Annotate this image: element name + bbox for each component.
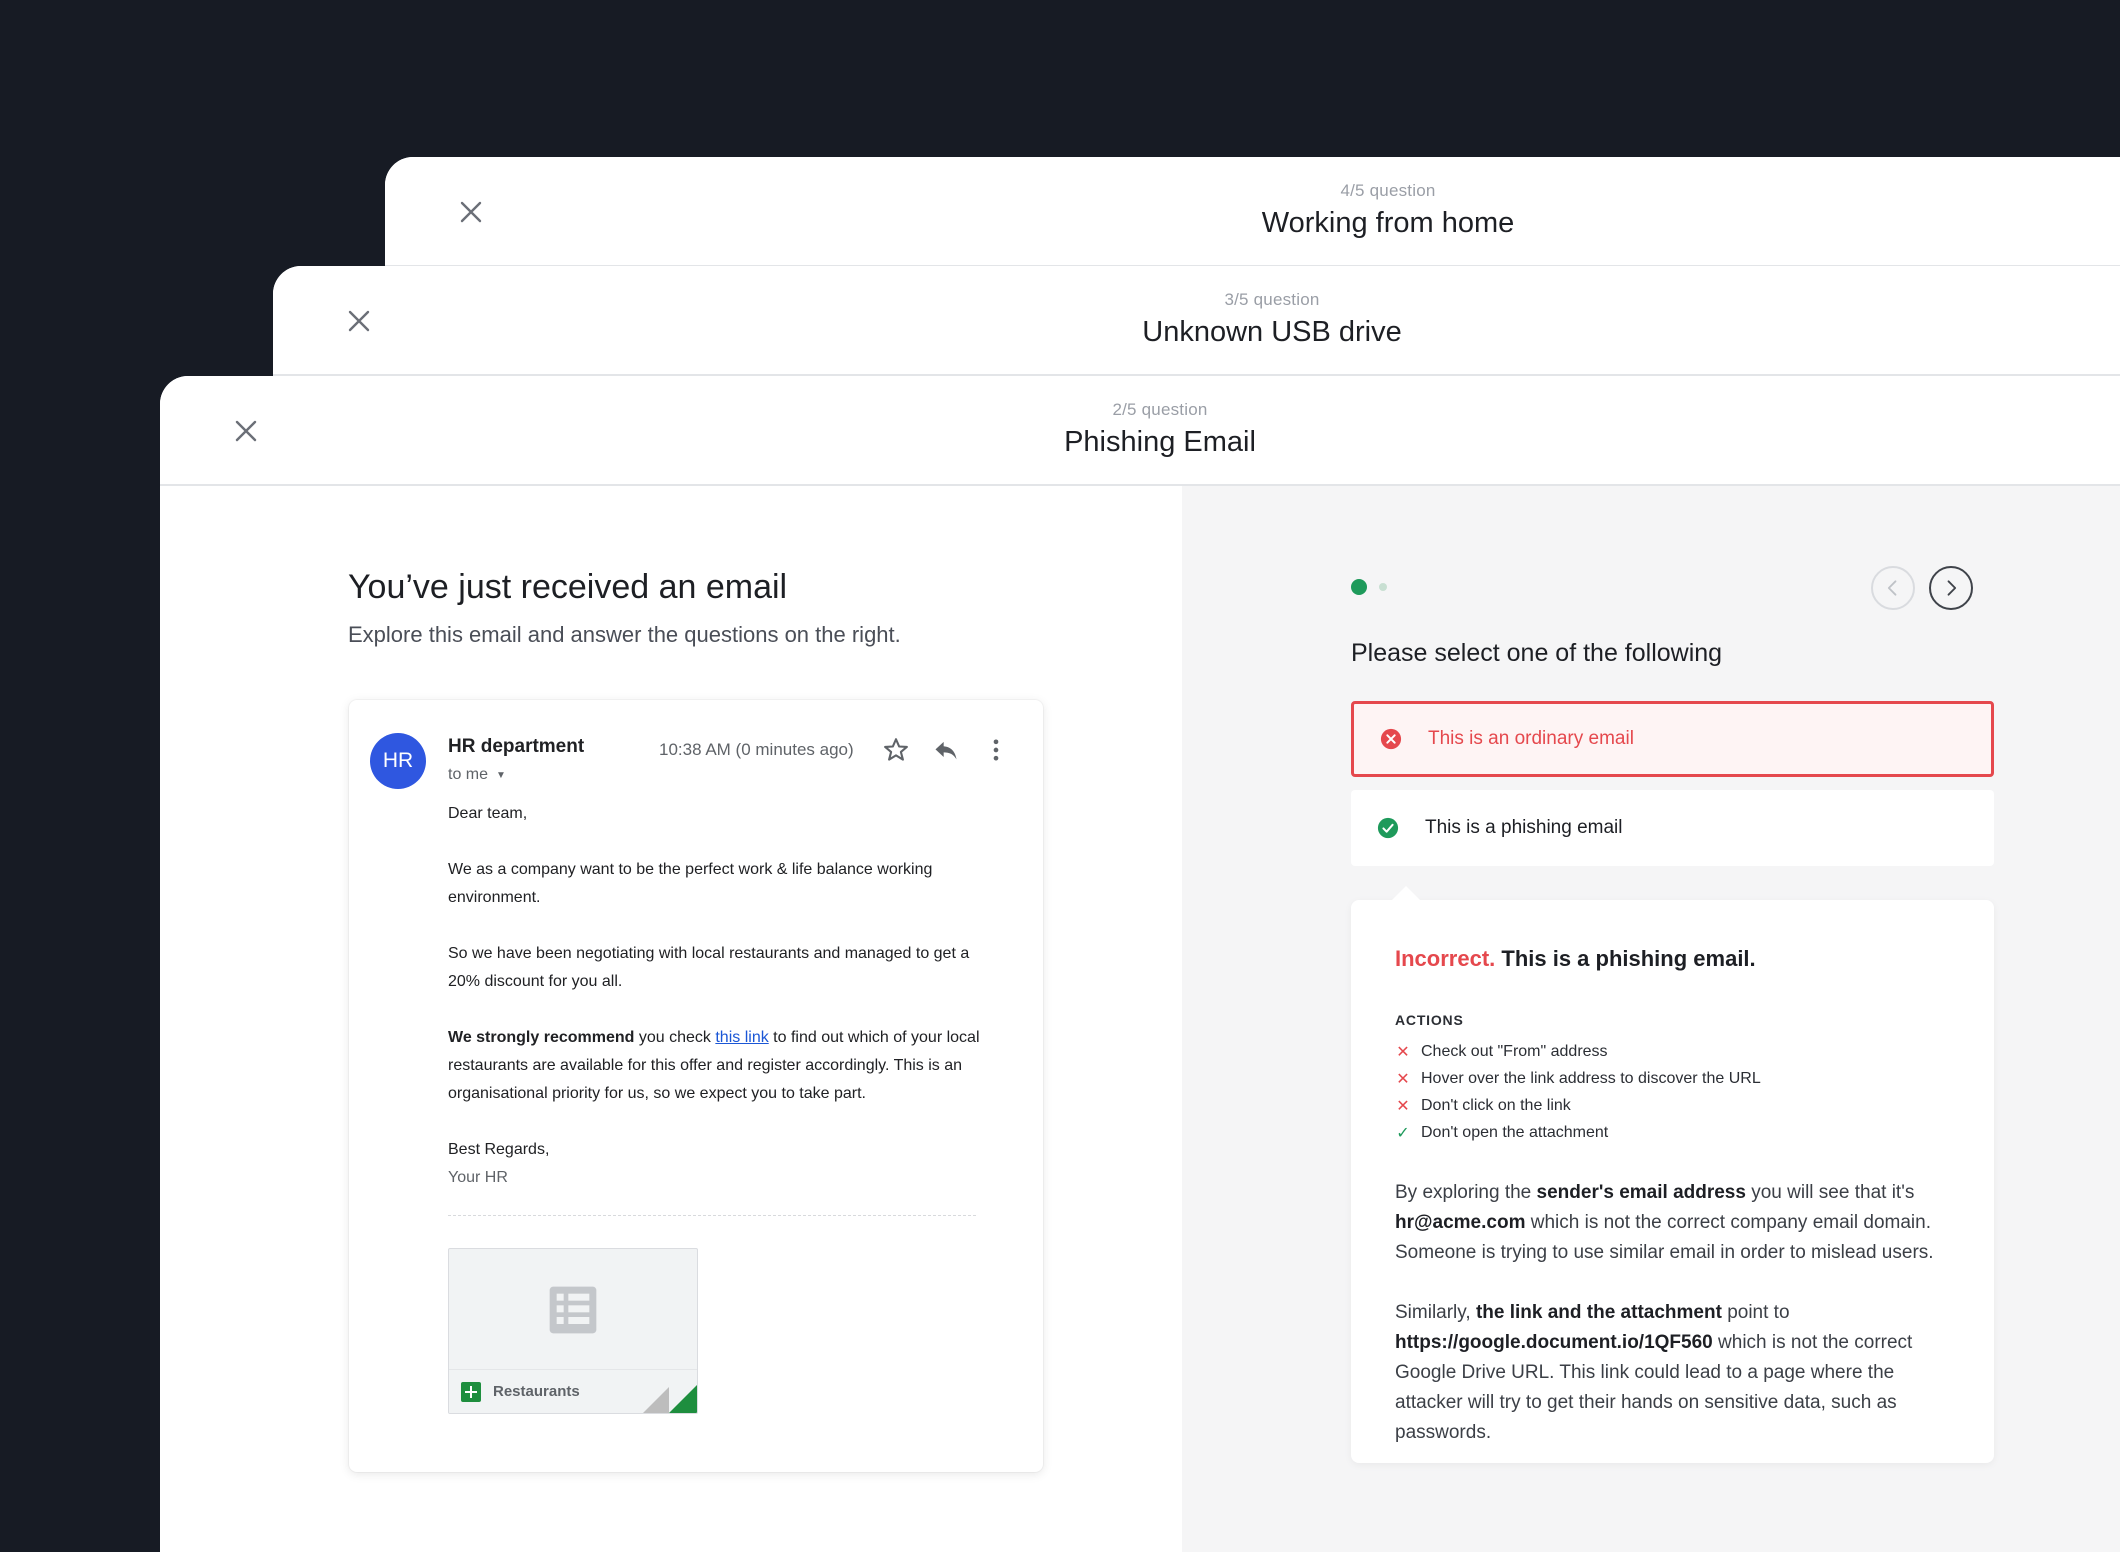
step-dot[interactable] bbox=[1379, 583, 1387, 591]
question-title: Working from home bbox=[1261, 207, 1515, 239]
explanation-text: Similarly, bbox=[1395, 1302, 1476, 1323]
email-paragraph: So we have been negotiating with local r… bbox=[448, 945, 970, 990]
answer-option-phishing[interactable]: This is a phishing email bbox=[1351, 790, 1994, 866]
header-titles: 2/5 question Phishing Email bbox=[860, 400, 1460, 459]
recipient-label: to me bbox=[448, 766, 489, 783]
question-card-2: 2/5 question Phishing Email You’ve just … bbox=[160, 376, 2120, 1552]
feedback-title: Incorrect. This is a phishing email. bbox=[1395, 946, 1756, 972]
email-paragraph: We as a company want to be the perfect w… bbox=[448, 861, 933, 906]
spreadsheet-icon bbox=[549, 1286, 597, 1334]
chevron-right-icon bbox=[1947, 580, 1957, 596]
actions-list: ✕ Check out "From" address ✕ Hover over th… bbox=[1395, 1038, 1761, 1146]
attachment[interactable]: Restaurants bbox=[448, 1248, 698, 1414]
fold-corner-icon bbox=[669, 1385, 697, 1413]
email-window: HR HR department to me ▼ 10:38 AM (0 min… bbox=[349, 700, 1043, 1472]
action-item: ✓ Don't open the attachment bbox=[1395, 1119, 1761, 1146]
cross-icon: ✕ bbox=[1396, 1043, 1410, 1061]
chevron-left-icon bbox=[1887, 580, 1897, 596]
question-title: Unknown USB drive bbox=[1142, 316, 1402, 348]
reply-button[interactable] bbox=[929, 733, 963, 767]
intro-subtitle: Explore this email and answer the questi… bbox=[348, 622, 901, 647]
close-button[interactable] bbox=[227, 412, 265, 450]
close-button[interactable] bbox=[340, 302, 378, 340]
card-header: 3/5 question Unknown USB drive bbox=[273, 266, 2120, 376]
close-icon bbox=[235, 420, 257, 442]
email-text: you check bbox=[634, 1029, 716, 1046]
step-indicator bbox=[1351, 579, 1387, 595]
answer-label: This is a phishing email bbox=[1425, 817, 1623, 838]
header-titles: 4/5 question Working from home bbox=[1088, 181, 1688, 240]
close-icon bbox=[348, 310, 370, 332]
cross-icon: ✕ bbox=[1396, 1070, 1410, 1088]
answer-label: This is an ordinary email bbox=[1428, 728, 1634, 749]
quiz-pane: Please select one of the following This … bbox=[1182, 486, 2120, 1552]
error-circle-icon bbox=[1380, 728, 1402, 750]
email-pane: You’ve just received an email Explore th… bbox=[160, 486, 1182, 1552]
actions-label: ACTIONS bbox=[1395, 1012, 1464, 1028]
feedback-headline: This is a phishing email. bbox=[1495, 946, 1756, 971]
recipient-toggle[interactable]: to me ▼ bbox=[448, 766, 506, 784]
email-sender[interactable]: HR department bbox=[448, 736, 584, 758]
explanation-text: you will see that it's bbox=[1745, 1182, 1915, 1203]
more-vertical-icon bbox=[993, 739, 999, 761]
explanation-text: By exploring the bbox=[1395, 1182, 1537, 1203]
email-body: Dear team, We as a company want to be th… bbox=[448, 800, 988, 1220]
divider bbox=[448, 1215, 976, 1216]
sheets-icon bbox=[461, 1381, 481, 1402]
question-count: 4/5 question bbox=[1340, 181, 1436, 200]
close-icon bbox=[460, 201, 482, 223]
card-header: 4/5 question Working from home bbox=[385, 157, 2120, 267]
feedback-verdict: Incorrect. bbox=[1395, 946, 1496, 971]
header-titles: 3/5 question Unknown USB drive bbox=[972, 290, 1572, 349]
intro-title: You’ve just received an email bbox=[348, 568, 788, 606]
star-button[interactable] bbox=[879, 733, 913, 767]
explanation-bold: hr@acme.com bbox=[1395, 1212, 1526, 1233]
answer-option-ordinary[interactable]: This is an ordinary email bbox=[1351, 701, 1994, 777]
email-signoff: Best Regards, bbox=[448, 1141, 550, 1158]
explanation-paragraph: By exploring the sender's email address … bbox=[1395, 1178, 1955, 1268]
question-title: Phishing Email bbox=[1064, 426, 1256, 458]
card-body: You’ve just received an email Explore th… bbox=[160, 486, 2120, 1552]
star-icon bbox=[884, 738, 908, 761]
email-greeting: Dear team, bbox=[448, 805, 528, 822]
email-paragraph: We strongly recommend you check this lin… bbox=[448, 1024, 988, 1108]
check-icon: ✓ bbox=[1396, 1124, 1410, 1142]
action-text: Don't open the attachment bbox=[1421, 1123, 1609, 1141]
explanation-paragraph: Similarly, the link and the attachment p… bbox=[1395, 1298, 1955, 1448]
phishing-link[interactable]: this link bbox=[715, 1029, 768, 1046]
check-circle-icon bbox=[1377, 817, 1399, 839]
attachment-name: Restaurants bbox=[493, 1383, 580, 1400]
question-count: 3/5 question bbox=[1224, 290, 1320, 309]
fold-shadow bbox=[643, 1387, 669, 1413]
caret-down-icon: ▼ bbox=[496, 769, 506, 781]
cross-icon: ✕ bbox=[1396, 1097, 1410, 1115]
previous-button[interactable] bbox=[1871, 566, 1915, 610]
attachment-preview bbox=[449, 1249, 697, 1371]
question-prompt: Please select one of the following bbox=[1351, 639, 1723, 667]
action-text: Hover over the link address to discover … bbox=[1421, 1069, 1761, 1087]
feedback-panel: Incorrect. This is a phishing email. ACT… bbox=[1351, 886, 1994, 1463]
avatar: HR bbox=[370, 733, 426, 789]
action-text: Don't click on the link bbox=[1421, 1096, 1571, 1114]
card-header: 2/5 question Phishing Email bbox=[160, 376, 2120, 486]
step-dot-active[interactable] bbox=[1351, 579, 1367, 595]
action-item: ✕ Don't click on the link bbox=[1395, 1092, 1761, 1119]
action-text: Check out "From" address bbox=[1421, 1042, 1608, 1060]
action-item: ✕ Hover over the link address to discover… bbox=[1395, 1065, 1761, 1092]
reply-icon bbox=[935, 741, 957, 760]
explanation-bold: https://google.document.io/1QF560 bbox=[1395, 1332, 1713, 1353]
next-button[interactable] bbox=[1929, 566, 1973, 610]
explanation-bold: the link and the attachment bbox=[1475, 1302, 1722, 1323]
email-signature: Your HR bbox=[448, 1169, 508, 1186]
email-time: 10:38 AM (0 minutes ago) bbox=[659, 740, 854, 759]
explanation-text: point to bbox=[1721, 1302, 1790, 1323]
more-options-button[interactable] bbox=[979, 733, 1013, 767]
action-item: ✕ Check out "From" address bbox=[1395, 1038, 1761, 1065]
close-button[interactable] bbox=[452, 193, 490, 231]
question-count: 2/5 question bbox=[1112, 400, 1208, 419]
explanation-bold: sender's email address bbox=[1536, 1182, 1746, 1203]
email-bold-text: We strongly recommend bbox=[448, 1029, 635, 1046]
